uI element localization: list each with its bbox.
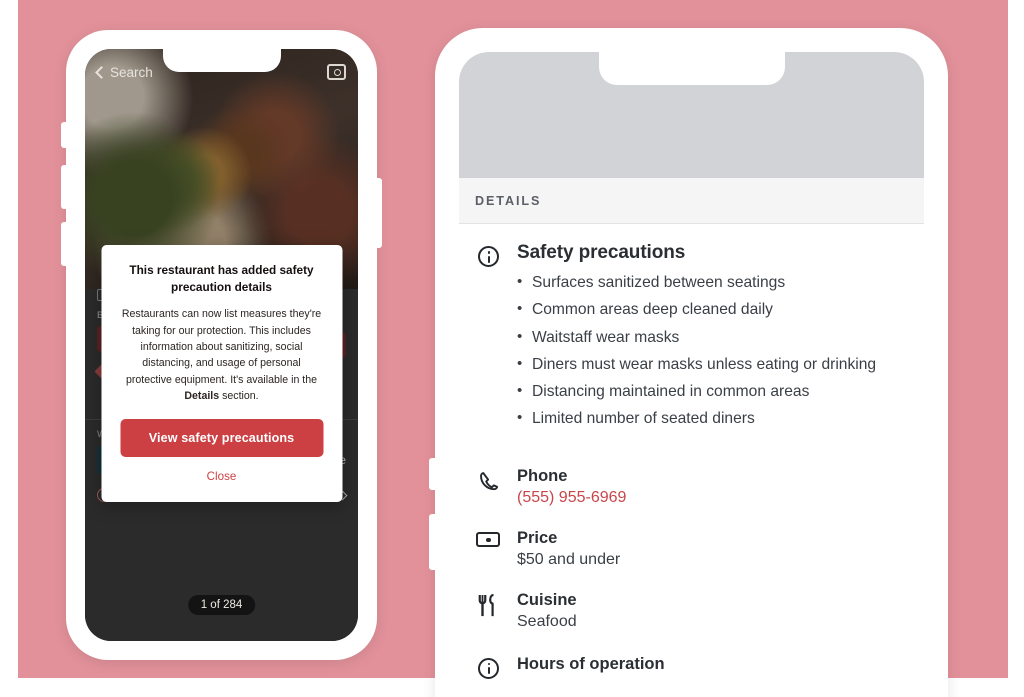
right-phone-mockup: DETAILS Safety precautions Surfaces sani… [429,28,948,697]
money-icon [476,531,500,547]
cuisine-title: Cuisine [517,590,577,609]
cutlery-icon [478,593,494,616]
cuisine-row: Cuisine Seafood [459,569,924,631]
details-section-header: DETAILS [459,178,924,224]
hours-title: Hours of operation [517,654,665,673]
safety-title: Safety precautions [517,242,686,263]
list-item: Limited number of seated diners [517,408,908,429]
list-item: Common areas deep cleaned daily [517,299,908,320]
camera-icon[interactable] [327,64,346,80]
left-phone-volume-up-button[interactable] [61,165,67,209]
list-item: Diners must wear masks unless eating or … [517,354,908,375]
modal-body-bold: Details [184,390,220,403]
modal-title: This restaurant has added safety precaut… [129,263,314,295]
price-title: Price [517,528,558,547]
list-item: Waitstaff wear masks [517,327,908,348]
right-phone-notch [598,52,785,85]
safety-precautions-section: Safety precautions Surfaces sanitized be… [459,224,924,437]
hours-row: Hours of operation [459,631,924,679]
list-item: Distancing maintained in common areas [517,381,908,402]
price-row: Price $50 and under [459,507,924,569]
cuisine-value: Seafood [517,612,577,630]
view-safety-precautions-button[interactable]: View safety precautions [120,418,323,457]
phone-title: Phone [517,466,568,485]
safety-icon-wrap [475,242,501,437]
price-body: Price $50 and under [517,529,908,569]
details-label: DETAILS [475,194,542,208]
info-circle-icon [477,246,499,267]
photo-counter: 1 of 284 [187,595,256,615]
left-phone-volume-down-button[interactable] [61,222,67,266]
safety-body: Safety precautions Surfaces sanitized be… [517,242,908,437]
left-phone-screen: Search 1 of 284 BOOK M Father's Day Dinn… [85,49,358,641]
phone-icon [479,471,498,490]
phone-icon-wrap [475,467,501,507]
modal-close-link[interactable]: Close [120,470,323,483]
clock-icon [477,657,499,679]
photo-placeholder [459,52,924,178]
price-value: $50 and under [517,550,621,568]
chevron-left-icon [95,65,108,79]
right-phone-volume-down-button[interactable] [429,514,436,570]
safety-precautions-modal: This restaurant has added safety precaut… [101,245,342,502]
left-phone-mute-switch[interactable] [61,122,67,148]
modal-body: Restaurants can now list measures they'r… [120,306,323,404]
cuisine-body: Cuisine Seafood [517,591,908,631]
left-phone-notch [162,49,281,72]
modal-body-part2: section. [219,390,259,403]
left-phone-power-button[interactable] [376,178,382,248]
list-item: Surfaces sanitized between seatings [517,272,908,293]
phone-number-link[interactable]: (555) 955-6969 [517,489,908,507]
right-phone-volume-up-button[interactable] [429,458,436,490]
back-label: Search [110,64,153,80]
modal-body-part1: Restaurants can now list measures they'r… [121,308,322,386]
phone-body: Phone (555) 955-6969 [517,467,908,507]
phone-row: Phone (555) 955-6969 [459,437,924,507]
hours-body: Hours of operation [517,655,908,679]
price-icon-wrap [475,529,501,569]
right-phone-screen: DETAILS Safety precautions Surfaces sani… [459,52,924,697]
cuisine-icon-wrap [475,591,501,631]
back-to-search-button[interactable]: Search [95,64,153,80]
screenshot-stage: Search 1 of 284 BOOK M Father's Day Dinn… [0,0,1024,697]
safety-bullet-list: Surfaces sanitized between seatings Comm… [517,272,908,430]
hours-icon-wrap [475,655,501,679]
left-phone-mockup: Search 1 of 284 BOOK M Father's Day Dinn… [61,30,382,660]
